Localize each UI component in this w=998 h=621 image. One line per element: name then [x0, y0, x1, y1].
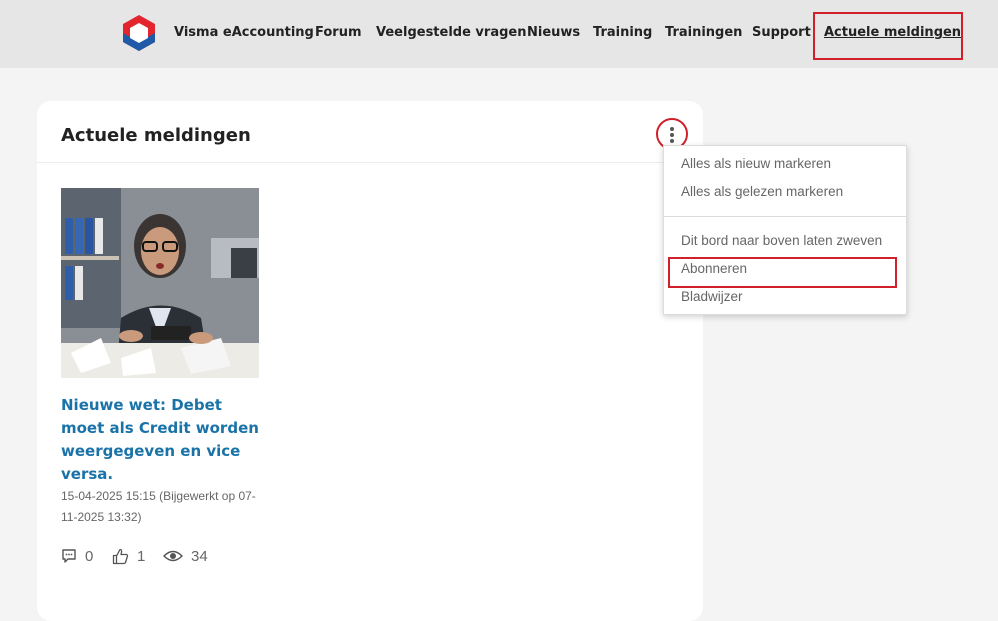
post-title-link[interactable]: Nieuwe wet: Debet moet als Credit worden…	[61, 394, 266, 486]
nav-item-training[interactable]: Training	[593, 24, 652, 42]
subscribe-highlight-box	[668, 257, 897, 288]
comments-stat: 0	[61, 544, 93, 568]
nav-highlight-box	[813, 12, 963, 60]
visma-logo-icon[interactable]	[121, 14, 157, 52]
views-stat: 34	[163, 544, 208, 568]
nav-item-nieuws[interactable]: Nieuws	[527, 24, 580, 42]
menu-item-bookmark[interactable]: Bladwijzer	[681, 288, 743, 306]
thumbs-up-icon[interactable]	[112, 548, 129, 565]
vertical-dot	[670, 133, 674, 137]
post-date: 15-04-2025 15:15 (Bijgewerkt op 07-11-20…	[61, 489, 256, 524]
vertical-dot	[670, 139, 674, 143]
nav-item-support[interactable]: Support	[752, 24, 811, 42]
nav-item-visma-eaccounting[interactable]: Visma eAccounting	[174, 24, 314, 42]
menu-item-float-board[interactable]: Dit bord naar boven laten zweven	[681, 232, 882, 250]
menu-item-mark-all-read[interactable]: Alles als gelezen markeren	[681, 183, 843, 201]
board-title: Actuele meldingen	[61, 125, 251, 146]
board-header: Actuele meldingen	[37, 101, 703, 163]
board-options-menu: Alles als nieuw markeren Alles als gelez…	[663, 145, 907, 315]
nav-item-faq[interactable]: Veelgestelde vragen	[376, 24, 526, 42]
menu-item-mark-all-new[interactable]: Alles als nieuw markeren	[681, 155, 831, 173]
nav-item-forum[interactable]: Forum	[315, 24, 362, 42]
comments-count: 0	[85, 547, 94, 565]
menu-divider	[664, 216, 906, 217]
eye-icon	[163, 550, 183, 562]
views-count: 34	[191, 547, 208, 565]
vertical-dots-icon	[670, 127, 674, 131]
nav-item-trainingen[interactable]: Trainingen	[665, 24, 742, 42]
board-card: Actuele meldingen Nieuwe wet: Debet moet…	[37, 101, 703, 621]
likes-stat[interactable]: 1	[112, 544, 145, 568]
post-thumbnail-image[interactable]	[61, 188, 259, 378]
speech-bubble-icon	[62, 549, 76, 563]
top-navigation-bar: Visma eAccounting Forum Veelgestelde vra…	[0, 0, 998, 68]
likes-count: 1	[137, 547, 146, 565]
